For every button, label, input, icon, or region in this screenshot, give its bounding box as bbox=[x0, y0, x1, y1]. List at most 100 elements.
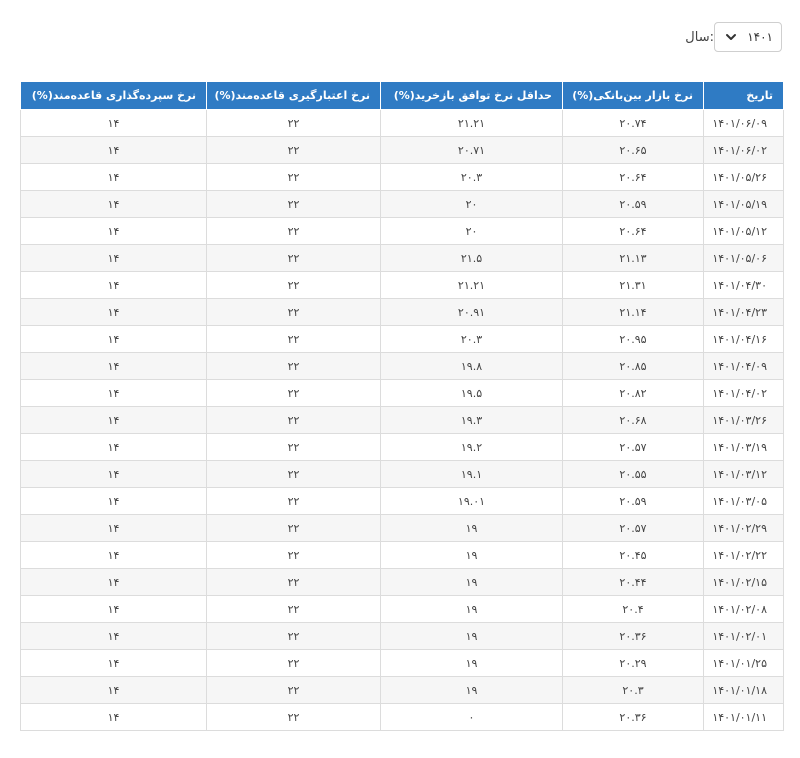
column-header-interbank-rate: نرخ بازار بین‌بانکی(%) bbox=[562, 81, 704, 110]
cell-min-repo-rate: ۲۰.۳ bbox=[380, 163, 563, 191]
cell-deposit-rate: ۱۴ bbox=[20, 109, 207, 137]
cell-interbank-rate: ۲۰.۵۷ bbox=[562, 514, 704, 542]
cell-lending-rate: ۲۲ bbox=[206, 460, 381, 488]
cell-lending-rate: ۲۲ bbox=[206, 568, 381, 596]
column-header-lending-rate: نرخ اعتبارگیری قاعده‌مند(%) bbox=[206, 81, 381, 110]
cell-date: ۱۴۰۱/۰۶/۰۹ bbox=[703, 109, 784, 137]
column-header-date: تاریخ bbox=[703, 81, 784, 110]
cell-min-repo-rate: ۱۹.۲ bbox=[380, 433, 563, 461]
rates-table: تاریخ نرخ بازار بین‌بانکی(%) حداقل نرخ ت… bbox=[20, 81, 784, 731]
cell-date: ۱۴۰۱/۰۳/۱۲ bbox=[703, 460, 784, 488]
table-row: ۱۴۰۱/۰۳/۰۵ ۲۰.۵۹ ۱۹.۰۱ ۲۲ ۱۴ bbox=[20, 487, 784, 515]
table-row: ۱۴۰۱/۰۱/۱۱ ۲۰.۳۶ ۰ ۲۲ ۱۴ bbox=[20, 703, 784, 731]
table-row: ۱۴۰۱/۰۴/۰۹ ۲۰.۸۵ ۱۹.۸ ۲۲ ۱۴ bbox=[20, 352, 784, 380]
cell-min-repo-rate: ۲۰.۹۱ bbox=[380, 298, 563, 326]
cell-interbank-rate: ۲۱.۱۴ bbox=[562, 298, 704, 326]
cell-deposit-rate: ۱۴ bbox=[20, 352, 207, 380]
cell-deposit-rate: ۱۴ bbox=[20, 163, 207, 191]
cell-interbank-rate: ۲۰.۵۹ bbox=[562, 487, 704, 515]
cell-interbank-rate: ۲۰.۴۴ bbox=[562, 568, 704, 596]
cell-interbank-rate: ۲۱.۳۱ bbox=[562, 271, 704, 299]
cell-deposit-rate: ۱۴ bbox=[20, 325, 207, 353]
table-row: ۱۴۰۱/۰۵/۲۶ ۲۰.۶۴ ۲۰.۳ ۲۲ ۱۴ bbox=[20, 163, 784, 191]
cell-date: ۱۴۰۱/۰۳/۲۶ bbox=[703, 406, 784, 434]
cell-deposit-rate: ۱۴ bbox=[20, 649, 207, 677]
cell-deposit-rate: ۱۴ bbox=[20, 676, 207, 704]
table-row: ۱۴۰۱/۰۶/۰۹ ۲۰.۷۴ ۲۱.۲۱ ۲۲ ۱۴ bbox=[20, 109, 784, 137]
cell-interbank-rate: ۲۰.۹۵ bbox=[562, 325, 704, 353]
table-row: ۱۴۰۱/۰۱/۲۵ ۲۰.۲۹ ۱۹ ۲۲ ۱۴ bbox=[20, 649, 784, 677]
cell-deposit-rate: ۱۴ bbox=[20, 136, 207, 164]
cell-min-repo-rate: ۱۹ bbox=[380, 514, 563, 542]
cell-lending-rate: ۲۲ bbox=[206, 406, 381, 434]
cell-date: ۱۴۰۱/۰۱/۱۸ bbox=[703, 676, 784, 704]
cell-min-repo-rate: ۱۹.۸ bbox=[380, 352, 563, 380]
cell-deposit-rate: ۱۴ bbox=[20, 514, 207, 542]
cell-deposit-rate: ۱۴ bbox=[20, 217, 207, 245]
column-header-deposit-rate: نرخ سپرده‌گذاری قاعده‌مند(%) bbox=[20, 81, 207, 110]
cell-interbank-rate: ۲۰.۵۹ bbox=[562, 190, 704, 218]
table-row: ۱۴۰۱/۰۳/۱۹ ۲۰.۵۷ ۱۹.۲ ۲۲ ۱۴ bbox=[20, 433, 784, 461]
cell-min-repo-rate: ۱۹.۰۱ bbox=[380, 487, 563, 515]
table-header-row: تاریخ نرخ بازار بین‌بانکی(%) حداقل نرخ ت… bbox=[20, 81, 784, 110]
cell-date: ۱۴۰۱/۰۱/۱۱ bbox=[703, 703, 784, 731]
cell-deposit-rate: ۱۴ bbox=[20, 595, 207, 623]
cell-lending-rate: ۲۲ bbox=[206, 271, 381, 299]
cell-date: ۱۴۰۱/۰۵/۱۹ bbox=[703, 190, 784, 218]
cell-lending-rate: ۲۲ bbox=[206, 109, 381, 137]
cell-deposit-rate: ۱۴ bbox=[20, 703, 207, 731]
cell-min-repo-rate: ۱۹ bbox=[380, 622, 563, 650]
cell-deposit-rate: ۱۴ bbox=[20, 244, 207, 272]
cell-lending-rate: ۲۲ bbox=[206, 676, 381, 704]
cell-lending-rate: ۲۲ bbox=[206, 514, 381, 542]
cell-min-repo-rate: ۲۱.۲۱ bbox=[380, 271, 563, 299]
cell-min-repo-rate: ۲۰.۷۱ bbox=[380, 136, 563, 164]
table-row: ۱۴۰۱/۰۲/۰۱ ۲۰.۳۶ ۱۹ ۲۲ ۱۴ bbox=[20, 622, 784, 650]
table-row: ۱۴۰۱/۰۱/۱۸ ۲۰.۳ ۱۹ ۲۲ ۱۴ bbox=[20, 676, 784, 704]
cell-deposit-rate: ۱۴ bbox=[20, 433, 207, 461]
cell-interbank-rate: ۲۰.۳۶ bbox=[562, 622, 704, 650]
cell-min-repo-rate: ۱۹.۱ bbox=[380, 460, 563, 488]
cell-date: ۱۴۰۱/۰۵/۱۲ bbox=[703, 217, 784, 245]
cell-deposit-rate: ۱۴ bbox=[20, 298, 207, 326]
cell-interbank-rate: ۲۰.۳۶ bbox=[562, 703, 704, 731]
cell-date: ۱۴۰۱/۰۴/۰۹ bbox=[703, 352, 784, 380]
table-row: ۱۴۰۱/۰۵/۱۲ ۲۰.۶۴ ۲۰ ۲۲ ۱۴ bbox=[20, 217, 784, 245]
cell-lending-rate: ۲۲ bbox=[206, 217, 381, 245]
table-row: ۱۴۰۱/۰۴/۳۰ ۲۱.۳۱ ۲۱.۲۱ ۲۲ ۱۴ bbox=[20, 271, 784, 299]
year-filter: سال: ۱۴۰۱ bbox=[679, 22, 782, 52]
cell-date: ۱۴۰۱/۰۱/۲۵ bbox=[703, 649, 784, 677]
cell-date: ۱۴۰۱/۰۳/۰۵ bbox=[703, 487, 784, 515]
cell-min-repo-rate: ۲۰.۳ bbox=[380, 325, 563, 353]
cell-date: ۱۴۰۱/۰۵/۲۶ bbox=[703, 163, 784, 191]
cell-lending-rate: ۲۲ bbox=[206, 595, 381, 623]
table-row: ۱۴۰۱/۰۲/۲۲ ۲۰.۴۵ ۱۹ ۲۲ ۱۴ bbox=[20, 541, 784, 569]
year-select-value: ۱۴۰۱ bbox=[747, 30, 773, 44]
year-select[interactable]: ۱۴۰۱ bbox=[714, 22, 782, 52]
cell-lending-rate: ۲۲ bbox=[206, 622, 381, 650]
cell-date: ۱۴۰۱/۰۳/۱۹ bbox=[703, 433, 784, 461]
table-row: ۱۴۰۱/۰۵/۰۶ ۲۱.۱۳ ۲۱.۵ ۲۲ ۱۴ bbox=[20, 244, 784, 272]
cell-lending-rate: ۲۲ bbox=[206, 379, 381, 407]
table-row: ۱۴۰۱/۰۲/۲۹ ۲۰.۵۷ ۱۹ ۲۲ ۱۴ bbox=[20, 514, 784, 542]
cell-deposit-rate: ۱۴ bbox=[20, 487, 207, 515]
cell-lending-rate: ۲۲ bbox=[206, 703, 381, 731]
cell-date: ۱۴۰۱/۰۴/۳۰ bbox=[703, 271, 784, 299]
cell-deposit-rate: ۱۴ bbox=[20, 406, 207, 434]
cell-deposit-rate: ۱۴ bbox=[20, 271, 207, 299]
cell-interbank-rate: ۲۰.۷۴ bbox=[562, 109, 704, 137]
cell-lending-rate: ۲۲ bbox=[206, 298, 381, 326]
cell-date: ۱۴۰۱/۰۵/۰۶ bbox=[703, 244, 784, 272]
cell-interbank-rate: ۲۰.۳ bbox=[562, 676, 704, 704]
cell-min-repo-rate: ۲۱.۲۱ bbox=[380, 109, 563, 137]
table-row: ۱۴۰۱/۰۴/۲۳ ۲۱.۱۴ ۲۰.۹۱ ۲۲ ۱۴ bbox=[20, 298, 784, 326]
cell-min-repo-rate: ۰ bbox=[380, 703, 563, 731]
cell-interbank-rate: ۲۰.۶۸ bbox=[562, 406, 704, 434]
cell-min-repo-rate: ۱۹.۵ bbox=[380, 379, 563, 407]
table-row: ۱۴۰۱/۰۴/۱۶ ۲۰.۹۵ ۲۰.۳ ۲۲ ۱۴ bbox=[20, 325, 784, 353]
cell-lending-rate: ۲۲ bbox=[206, 352, 381, 380]
cell-interbank-rate: ۲۰.۴۵ bbox=[562, 541, 704, 569]
cell-date: ۱۴۰۱/۰۲/۱۵ bbox=[703, 568, 784, 596]
column-header-min-repo-rate: حداقل نرخ توافق بازخرید(%) bbox=[380, 81, 563, 110]
cell-min-repo-rate: ۱۹ bbox=[380, 541, 563, 569]
